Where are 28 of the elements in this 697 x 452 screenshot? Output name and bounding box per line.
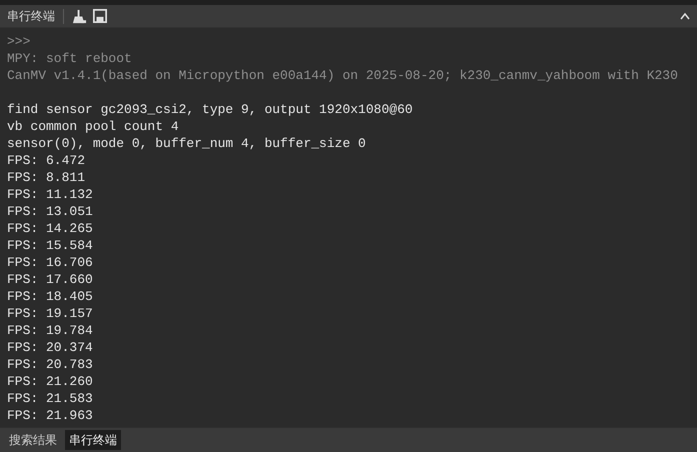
terminal-line: FPS: 21.583 <box>7 390 93 407</box>
clear-icon[interactable] <box>72 8 87 24</box>
terminal-line: FPS: 6.472 <box>7 152 86 169</box>
panel-tab[interactable]: 串行终端 <box>65 430 121 450</box>
terminal-line: FPS: 15.584 <box>7 237 93 254</box>
terminal-line: FPS: 20.374 <box>7 339 93 356</box>
terminal-line: MPY: soft reboot <box>7 50 132 67</box>
collapse-icon[interactable] <box>680 12 690 20</box>
terminal-line: CanMV v1.4.1(based on Micropython e00a144) on 2025-08-20; k230_canmv_yahboom with K230 <box>7 67 678 84</box>
terminal-line: FPS: 21.963 <box>7 407 93 424</box>
terminal-line: vb common pool count 4 <box>7 118 179 135</box>
terminal-line: FPS: 11.132 <box>7 186 93 203</box>
terminal-line: >>> <box>7 33 30 50</box>
terminal-line: FPS: 19.784 <box>7 322 93 339</box>
terminal-line: FPS: 17.660 <box>7 271 93 288</box>
terminal-line: FPS: 13.051 <box>7 203 93 220</box>
terminal-line: FPS: 19.157 <box>7 305 93 322</box>
terminal-line: FPS: 18.405 <box>7 288 93 305</box>
panel-tab[interactable]: 搜索结果 <box>5 430 61 450</box>
terminal-line: sensor(0), mode 0, buffer_num 4, buffer_size 0 <box>7 135 366 152</box>
panel-title: 串行终端 <box>7 8 55 25</box>
terminal-line: FPS: 20.783 <box>7 356 93 373</box>
save-icon[interactable] <box>93 9 107 23</box>
terminal-line: FPS: 16.706 <box>7 254 93 271</box>
terminal-line: FPS: 8.811 <box>7 169 86 186</box>
terminal-line: FPS: 21.260 <box>7 373 93 390</box>
terminal-line: FPS: 14.265 <box>7 220 93 237</box>
terminal-line: find sensor gc2093_csi2, type 9, output 1920x1080@60 <box>7 101 413 118</box>
